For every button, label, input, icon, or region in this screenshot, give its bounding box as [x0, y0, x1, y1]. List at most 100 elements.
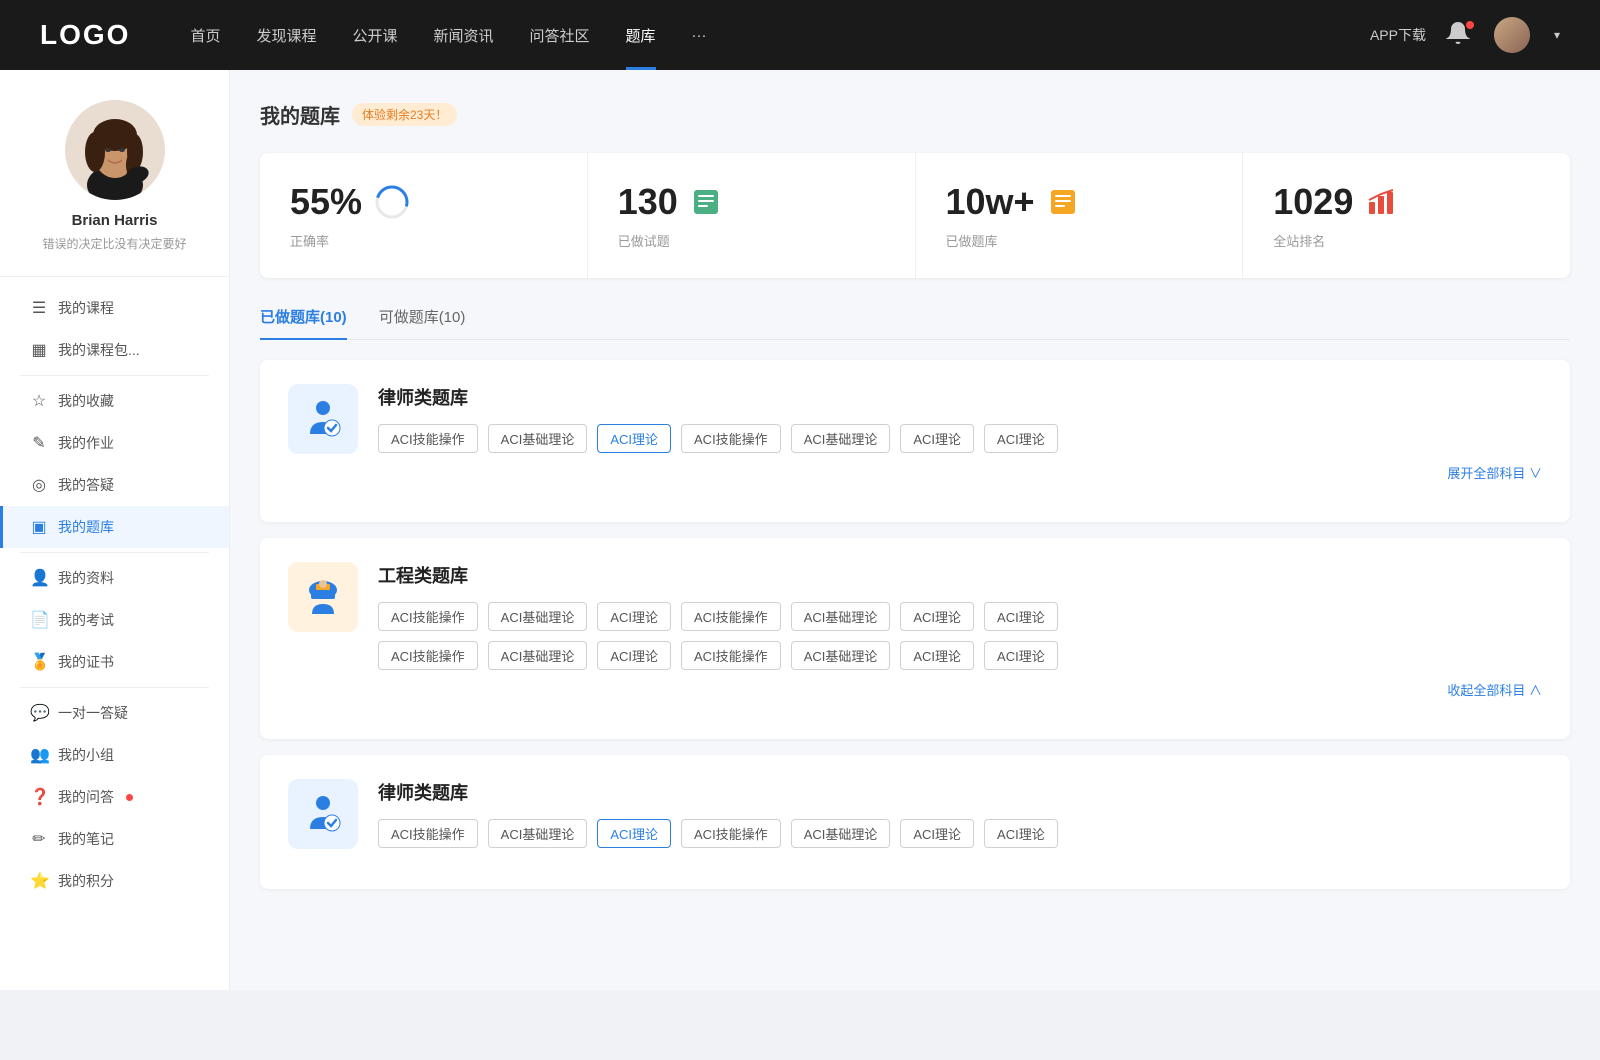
stat-questions-done-label: 已做试题 [618, 231, 885, 250]
tag-lawyer-1-3[interactable]: ACI技能操作 [681, 424, 781, 453]
sidebar-item-certificate-label: 我的证书 [58, 652, 114, 672]
collapse-btn-engineer[interactable]: 收起全部科目 ∧ [378, 680, 1542, 699]
profile-avatar-image [65, 100, 165, 200]
tag-lawyer-1-0[interactable]: ACI技能操作 [378, 424, 478, 453]
navbar-right: APP下载 ▾ [1370, 17, 1560, 53]
tag-lawyer-2-2[interactable]: ACI理论 [597, 819, 671, 848]
logo: LOGO [40, 19, 130, 51]
profile-icon: 👤 [30, 568, 48, 588]
sidebar-item-qbank[interactable]: ▣ 我的题库 [0, 506, 229, 548]
sidebar-item-points[interactable]: ⭐ 我的积分 [0, 860, 229, 902]
nav-discover[interactable]: 发现课程 [256, 25, 316, 46]
lawyer-icon-1 [302, 398, 344, 440]
tag-eng-1-3[interactable]: ACI技能操作 [681, 602, 781, 631]
tag-eng-1-6[interactable]: ACI理论 [984, 602, 1058, 631]
sidebar-item-my-course[interactable]: ☰ 我的课程 [0, 287, 229, 329]
sidebar-item-course-package[interactable]: ▦ 我的课程包... [0, 329, 229, 371]
sidebar-item-questions-label: 我的问答 [58, 787, 114, 807]
tag-eng-1-1[interactable]: ACI基础理论 [488, 602, 588, 631]
stat-questions-done-top: 130 [618, 181, 885, 223]
nav-news[interactable]: 新闻资讯 [434, 25, 494, 46]
group-icon: 👥 [30, 745, 48, 765]
package-icon: ▦ [30, 340, 48, 360]
qbank-icon-engineer [288, 562, 358, 632]
qbank-name-engineer: 工程类题库 [378, 562, 1542, 588]
notification-bell[interactable] [1446, 21, 1474, 49]
tag-eng-1-4[interactable]: ACI基础理论 [791, 602, 891, 631]
nav-qbank[interactable]: 题库 [626, 25, 656, 46]
tab-done-banks[interactable]: 已做题库(10) [260, 306, 347, 339]
tag-lawyer-2-6[interactable]: ACI理论 [984, 819, 1058, 848]
engineer-icon [302, 576, 344, 618]
sidebar-item-qa[interactable]: ◎ 我的答疑 [0, 464, 229, 506]
trial-badge: 体验剩余23天！ [352, 103, 457, 126]
tag-lawyer-1-5[interactable]: ACI理论 [900, 424, 974, 453]
tag-eng-2-5[interactable]: ACI理论 [900, 641, 974, 670]
sidebar-item-favorites[interactable]: ☆ 我的收藏 [0, 380, 229, 422]
tag-lawyer-2-0[interactable]: ACI技能操作 [378, 819, 478, 848]
sidebar-item-group[interactable]: 👥 我的小组 [0, 734, 229, 776]
nav-more[interactable]: ··· [692, 27, 707, 44]
sidebar-item-notes[interactable]: ✏ 我的笔记 [0, 818, 229, 860]
tab-available-banks[interactable]: 可做题库(10) [379, 306, 466, 339]
nav-qa[interactable]: 问答社区 [530, 25, 590, 46]
tag-eng-1-5[interactable]: ACI理论 [900, 602, 974, 631]
tag-eng-2-3[interactable]: ACI技能操作 [681, 641, 781, 670]
tag-eng-2-0[interactable]: ACI技能操作 [378, 641, 478, 670]
tag-lawyer-1-2[interactable]: ACI理论 [597, 424, 671, 453]
nav-open-course[interactable]: 公开课 [352, 25, 397, 46]
sidebar-item-qa-label: 我的答疑 [58, 475, 114, 495]
tag-eng-2-2[interactable]: ACI理论 [597, 641, 671, 670]
sidebar-item-certificate[interactable]: 🏅 我的证书 [0, 641, 229, 683]
expand-btn-lawyer-1[interactable]: 展开全部科目 ∨ [378, 463, 1542, 482]
sidebar-item-1v1[interactable]: 💬 一对一答疑 [0, 692, 229, 734]
nav-menu: 首页 发现课程 公开课 新闻资讯 问答社区 题库 ··· [190, 25, 1370, 46]
sidebar-item-profile[interactable]: 👤 我的资料 [0, 557, 229, 599]
stat-banks-done: 10w+ 已做题库 [916, 153, 1244, 278]
sidebar-item-profile-label: 我的资料 [58, 568, 114, 588]
tag-lawyer-2-5[interactable]: ACI理论 [900, 819, 974, 848]
qbank-section-engineer: 工程类题库 ACI技能操作 ACI基础理论 ACI理论 ACI技能操作 ACI基… [260, 538, 1570, 739]
tag-eng-2-1[interactable]: ACI基础理论 [488, 641, 588, 670]
stat-banks-done-value: 10w+ [946, 181, 1035, 223]
layout: Brian Harris 错误的决定比没有决定要好 ☰ 我的课程 ▦ 我的课程包… [0, 70, 1600, 990]
sidebar-item-group-label: 我的小组 [58, 745, 114, 765]
tag-eng-1-0[interactable]: ACI技能操作 [378, 602, 478, 631]
page-header: 我的题库 体验剩余23天！ [260, 100, 1570, 129]
tag-lawyer-1-4[interactable]: ACI基础理论 [791, 424, 891, 453]
sidebar-item-questions[interactable]: ❓ 我的问答 [0, 776, 229, 818]
tags-row-engineer-1: ACI技能操作 ACI基础理论 ACI理论 ACI技能操作 ACI基础理论 AC… [378, 602, 1542, 631]
questions-notification-dot [126, 794, 133, 801]
sidebar-item-points-label: 我的积分 [58, 871, 114, 891]
qbank-icon-lawyer-1 [288, 384, 358, 454]
tag-lawyer-1-6[interactable]: ACI理论 [984, 424, 1058, 453]
sidebar-item-homework[interactable]: ✎ 我的作业 [0, 422, 229, 464]
sidebar-item-exam[interactable]: 📄 我的考试 [0, 599, 229, 641]
tag-lawyer-2-1[interactable]: ACI基础理论 [488, 819, 588, 848]
avatar[interactable] [1494, 17, 1530, 53]
profile-motto: 错误的决定比没有决定要好 [42, 235, 186, 252]
stat-banks-done-label: 已做题库 [946, 231, 1213, 250]
stat-accuracy-label: 正确率 [290, 231, 557, 250]
stat-rank-value: 1029 [1273, 181, 1353, 223]
homework-icon: ✎ [30, 433, 48, 453]
tag-lawyer-1-1[interactable]: ACI基础理论 [488, 424, 588, 453]
nav-home[interactable]: 首页 [190, 25, 220, 46]
lawyer-icon-2 [302, 793, 344, 835]
qbank-content-2: 律师类题库 ACI技能操作 ACI基础理论 ACI理论 ACI技能操作 ACI基… [378, 779, 1542, 848]
sidebar: Brian Harris 错误的决定比没有决定要好 ☰ 我的课程 ▦ 我的课程包… [0, 70, 230, 990]
qbank-icon-lawyer-2 [288, 779, 358, 849]
profile-avatar-wrap [65, 100, 165, 200]
sidebar-item-qbank-label: 我的题库 [58, 517, 114, 537]
app-download-button[interactable]: APP下载 [1370, 25, 1426, 45]
qbank-content-engineer: 工程类题库 ACI技能操作 ACI基础理论 ACI理论 ACI技能操作 ACI基… [378, 562, 1542, 699]
tag-eng-2-6[interactable]: ACI理论 [984, 641, 1058, 670]
notes-icon: ✏ [30, 829, 48, 849]
tag-eng-2-4[interactable]: ACI基础理论 [791, 641, 891, 670]
tag-eng-1-2[interactable]: ACI理论 [597, 602, 671, 631]
cert-icon: 🏅 [30, 652, 48, 672]
course-icon: ☰ [30, 298, 48, 318]
tag-lawyer-2-3[interactable]: ACI技能操作 [681, 819, 781, 848]
tag-lawyer-2-4[interactable]: ACI基础理论 [791, 819, 891, 848]
avatar-dropdown-arrow[interactable]: ▾ [1554, 28, 1560, 42]
